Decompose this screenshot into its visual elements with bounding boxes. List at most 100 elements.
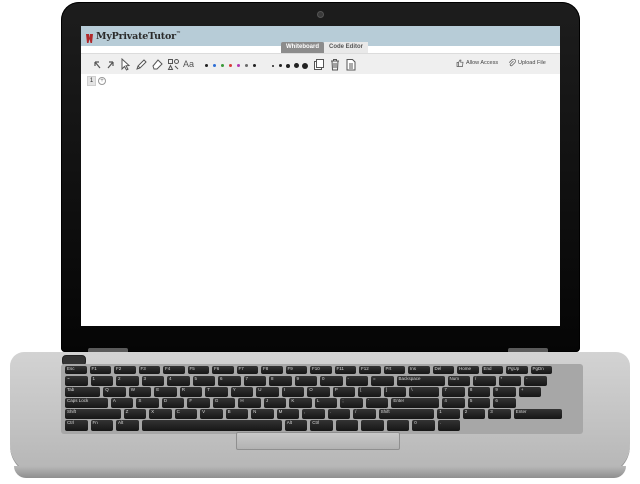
key-n[interactable]: N bbox=[251, 409, 274, 419]
key-home[interactable]: Home bbox=[457, 366, 479, 374]
color-swatch-blue[interactable] bbox=[213, 64, 216, 67]
key-[interactable]: , bbox=[302, 409, 325, 419]
trash-icon[interactable] bbox=[329, 57, 341, 71]
trackpad[interactable] bbox=[236, 432, 400, 450]
key-[interactable]: = bbox=[371, 376, 394, 386]
key-[interactable]: [ bbox=[358, 387, 381, 397]
key-g[interactable]: G bbox=[212, 398, 236, 408]
key-[interactable]: - bbox=[524, 376, 547, 386]
key-[interactable]: - bbox=[345, 376, 368, 386]
tab-code-editor[interactable]: Code Editor bbox=[324, 42, 368, 53]
key-del[interactable]: Del bbox=[432, 366, 454, 374]
key-shift[interactable]: Shift bbox=[378, 409, 435, 419]
stroke-size-s[interactable] bbox=[279, 64, 282, 67]
key-8[interactable]: 8 bbox=[467, 387, 491, 397]
key-[interactable]: ; bbox=[340, 398, 363, 408]
key-0[interactable]: 0 bbox=[320, 376, 343, 386]
copy-page-icon[interactable] bbox=[313, 57, 325, 71]
key-k[interactable]: K bbox=[289, 398, 312, 408]
key-s[interactable]: S bbox=[136, 398, 159, 408]
key-3[interactable]: 3 bbox=[488, 409, 511, 419]
key-7[interactable]: 7 bbox=[243, 376, 266, 386]
key-9[interactable]: 9 bbox=[294, 376, 317, 386]
color-swatch-gray[interactable] bbox=[245, 64, 248, 67]
pencil-icon[interactable] bbox=[135, 57, 148, 71]
key-ctrl[interactable]: Ctrl bbox=[65, 420, 88, 431]
shapes-icon[interactable] bbox=[167, 57, 180, 71]
key-tab[interactable]: Tab bbox=[65, 387, 101, 397]
key-i[interactable]: I bbox=[281, 387, 305, 397]
stroke-size-m[interactable] bbox=[286, 64, 290, 68]
key-5[interactable]: 5 bbox=[192, 376, 215, 386]
redo-icon[interactable] bbox=[105, 57, 117, 71]
eraser-icon[interactable] bbox=[151, 57, 164, 71]
key-fn[interactable]: Fn bbox=[90, 420, 113, 431]
key-3[interactable]: 3 bbox=[141, 376, 164, 386]
key-blank[interactable] bbox=[141, 420, 282, 431]
key-p[interactable]: P bbox=[332, 387, 356, 397]
key-8[interactable]: 8 bbox=[269, 376, 292, 386]
key-ins[interactable]: Ins bbox=[408, 366, 430, 374]
key-f10[interactable]: F10 bbox=[310, 366, 332, 374]
color-swatch-black[interactable] bbox=[205, 64, 208, 67]
key-f8[interactable]: F8 bbox=[261, 366, 283, 374]
key-m[interactable]: M bbox=[276, 409, 300, 419]
key-u[interactable]: U bbox=[256, 387, 279, 397]
key-2[interactable]: 2 bbox=[462, 409, 486, 419]
key-z[interactable]: Z bbox=[123, 409, 147, 419]
add-page-button[interactable]: + bbox=[98, 77, 106, 85]
key-prt[interactable]: Prt bbox=[383, 366, 405, 374]
key-2[interactable]: 2 bbox=[116, 376, 139, 386]
key-y[interactable]: Y bbox=[230, 387, 254, 397]
stroke-size-xs[interactable] bbox=[272, 65, 274, 67]
key-shift[interactable]: Shift bbox=[65, 409, 121, 419]
key-enter[interactable]: Enter bbox=[391, 398, 440, 408]
select-icon[interactable] bbox=[119, 57, 131, 71]
key-c[interactable]: C bbox=[174, 409, 198, 419]
key-1[interactable]: 1 bbox=[437, 409, 460, 419]
key-f5[interactable]: F5 bbox=[187, 366, 209, 374]
key-9[interactable]: 9 bbox=[493, 387, 516, 397]
page-tab-1[interactable]: 1 bbox=[87, 76, 96, 86]
color-swatch-purple[interactable] bbox=[237, 64, 240, 67]
key-esc[interactable]: Esc bbox=[65, 366, 87, 374]
key-alt[interactable]: Alt bbox=[116, 420, 139, 431]
color-swatch-green[interactable] bbox=[221, 64, 224, 67]
key-0[interactable]: 0 bbox=[412, 420, 435, 431]
key-[interactable]: * bbox=[498, 376, 521, 386]
key-[interactable]: \ bbox=[409, 387, 440, 397]
key-f11[interactable]: F11 bbox=[334, 366, 356, 374]
key-blank[interactable] bbox=[361, 420, 384, 431]
key-f6[interactable]: F6 bbox=[212, 366, 234, 374]
key-[interactable]: . bbox=[327, 409, 351, 419]
undo-icon[interactable] bbox=[91, 57, 103, 71]
key-[interactable]: ' bbox=[365, 398, 389, 408]
key-end[interactable]: End bbox=[481, 366, 503, 374]
key-alt[interactable]: Alt bbox=[284, 420, 308, 431]
key-1[interactable]: 1 bbox=[90, 376, 113, 386]
allow-access-button[interactable]: Allow Access bbox=[456, 59, 498, 67]
key-6[interactable]: 6 bbox=[218, 376, 241, 386]
key-a[interactable]: A bbox=[110, 398, 134, 408]
key-r[interactable]: R bbox=[179, 387, 203, 397]
key-f4[interactable]: F4 bbox=[163, 366, 185, 374]
key-num[interactable]: Num bbox=[447, 376, 470, 386]
stroke-size-xl[interactable] bbox=[302, 63, 308, 69]
key-4[interactable]: 4 bbox=[442, 398, 465, 408]
key-q[interactable]: Q bbox=[103, 387, 126, 397]
tab-whiteboard[interactable]: Whiteboard bbox=[281, 42, 324, 53]
key-f1[interactable]: F1 bbox=[89, 366, 111, 374]
key-caps-lock[interactable]: Caps Lock bbox=[65, 398, 108, 408]
color-swatch-red[interactable] bbox=[229, 64, 232, 67]
upload-file-button[interactable]: Upload File bbox=[508, 59, 546, 67]
key-7[interactable]: 7 bbox=[442, 387, 465, 397]
key-5[interactable]: 5 bbox=[467, 398, 491, 408]
key-h[interactable]: H bbox=[238, 398, 261, 408]
key-[interactable]: . bbox=[437, 420, 461, 431]
key-enter[interactable]: Enter bbox=[513, 409, 562, 419]
text-icon[interactable]: Aa bbox=[183, 57, 194, 71]
key-t[interactable]: T bbox=[205, 387, 228, 397]
key-x[interactable]: X bbox=[149, 409, 172, 419]
key-f7[interactable]: F7 bbox=[236, 366, 258, 374]
key-4[interactable]: 4 bbox=[167, 376, 190, 386]
